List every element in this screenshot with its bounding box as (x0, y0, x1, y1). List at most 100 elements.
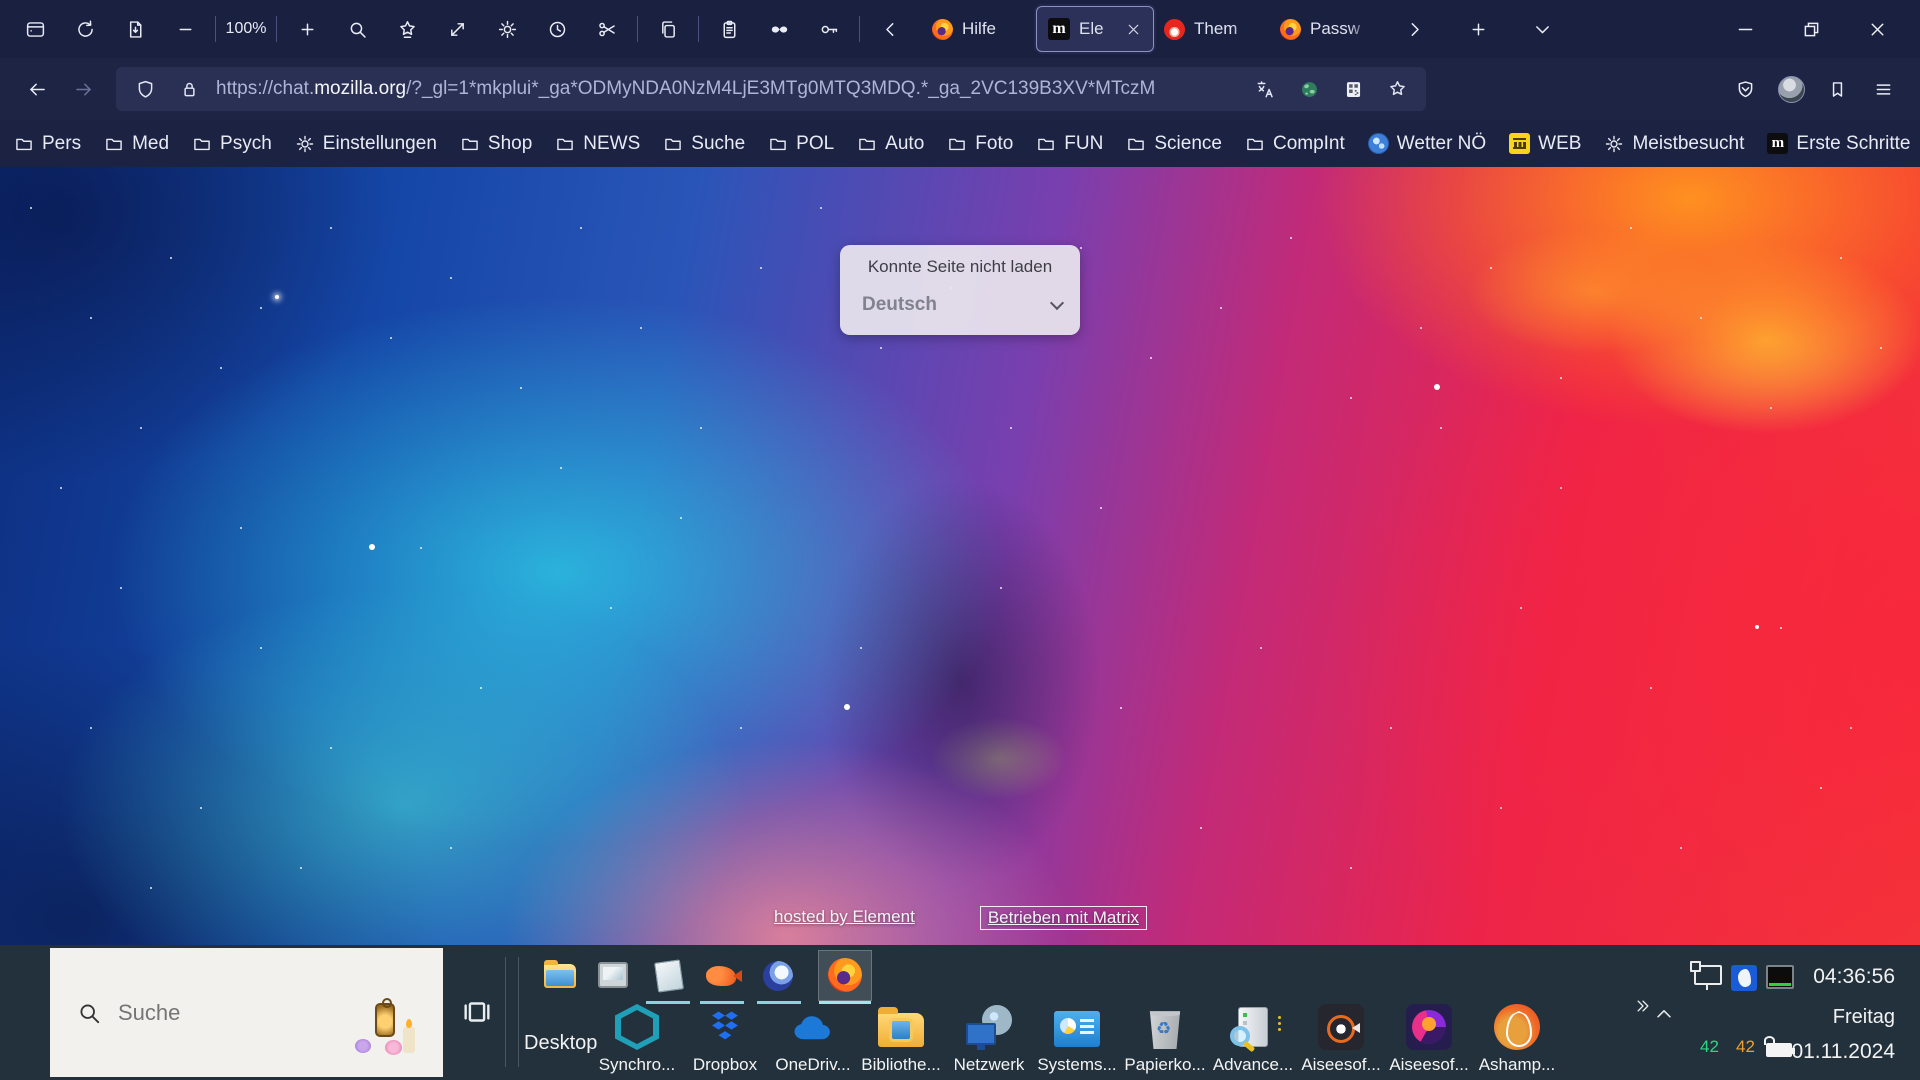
bookmark-folder-psych[interactable]: Psych (192, 133, 272, 155)
tab-themes[interactable]: Them (1153, 7, 1269, 51)
bookmark-folder-science[interactable]: Science (1126, 133, 1222, 155)
lock-icon[interactable] (172, 72, 206, 106)
tab-hilfe[interactable]: Hilfe (921, 7, 1037, 51)
shortcut-advanced-scanner[interactable]: Advance... (1209, 1002, 1297, 1075)
tracking-shield-icon[interactable] (128, 72, 162, 106)
shortcut-bibliothek[interactable]: Bibliothe... (857, 1002, 945, 1075)
tab-element-active[interactable]: m Ele (1037, 7, 1153, 51)
bookmark-folder-suche[interactable]: Suche (663, 133, 745, 155)
forward-button[interactable] (60, 67, 106, 111)
history-button[interactable] (532, 8, 582, 50)
quicklaunch-notepad[interactable] (652, 959, 686, 993)
shortcut-onedrive[interactable]: OneDriv... (769, 1002, 857, 1075)
passwords-button[interactable] (804, 8, 854, 50)
bookmark-einstellungen[interactable]: Einstellungen (295, 133, 437, 155)
screen-recorder-icon (1318, 1004, 1364, 1050)
window-controls (1712, 0, 1910, 58)
tray-parrot-app-icon[interactable] (1731, 965, 1757, 991)
fullscreen-icon (447, 19, 468, 40)
matrix-link[interactable]: Betrieben mit Matrix (981, 907, 1146, 929)
quicklaunch-pale-moon[interactable] (763, 959, 797, 993)
clock-weekday[interactable]: Freitag (1833, 1006, 1895, 1029)
language-select[interactable]: Deutsch (862, 289, 1062, 321)
shortcut-label: Papierko... (1124, 1055, 1205, 1075)
toolbar-overflow-chevron-icon[interactable] (1634, 997, 1652, 1015)
chevron-right-icon (1404, 19, 1425, 40)
quicklaunch-fish-app[interactable] (706, 959, 740, 993)
bookmark-wetter[interactable]: Wetter NÖ (1368, 133, 1486, 155)
taskbar-search-box[interactable] (50, 948, 443, 1077)
bookmark-erste-schritte[interactable]: mErste Schritte (1767, 133, 1910, 155)
app-menu-button[interactable] (1860, 67, 1906, 111)
desktop-toolbar-label[interactable]: Desktop (524, 1032, 597, 1055)
private-mode-button[interactable] (754, 8, 804, 50)
close-button[interactable] (1844, 0, 1910, 58)
translate-button[interactable] (1248, 72, 1282, 106)
task-view-button[interactable] (460, 995, 494, 1029)
bookmark-folder-auto[interactable]: Auto (857, 133, 924, 155)
bookmark-web[interactable]: WEB (1509, 133, 1581, 155)
shortcut-synology[interactable]: Synchro... (593, 1002, 681, 1075)
shortcut-systemsteuerung[interactable]: Systems... (1033, 1002, 1121, 1075)
search-button[interactable] (332, 8, 382, 50)
tab-close-icon[interactable] (1125, 21, 1142, 38)
new-tab-button[interactable] (1453, 8, 1503, 50)
tab-label: Passw (1310, 19, 1374, 39)
search-input[interactable] (118, 1000, 338, 1026)
bookmark-folder-pol[interactable]: POL (768, 133, 834, 155)
bookmark-folder-fun[interactable]: FUN (1036, 133, 1103, 155)
scroll-tabs-right-button[interactable] (1389, 8, 1439, 50)
fullscreen-button[interactable] (432, 8, 482, 50)
shortcut-papierkorb[interactable]: Papierko... (1121, 1002, 1209, 1075)
clock-time[interactable]: 04:36:56 (1813, 965, 1895, 989)
shortcut-netzwerk[interactable]: Netzwerk (945, 1002, 1033, 1075)
bookmarks-button[interactable] (382, 8, 432, 50)
url-text[interactable]: https://chat.mozilla.org/?_gl=1*mkplui*_… (216, 78, 1238, 100)
battery-plug-icon[interactable] (1766, 1043, 1792, 1057)
shortcut-label: Synchro... (599, 1055, 676, 1075)
element-link[interactable]: hosted by Element (774, 907, 915, 929)
zoom-level-button[interactable]: 100% (221, 8, 271, 50)
clipboard-button[interactable] (704, 8, 754, 50)
quicklaunch-system-monitor[interactable] (598, 959, 632, 993)
bookmark-folder-foto[interactable]: Foto (947, 133, 1013, 155)
shortcut-ashampoo[interactable]: Ashamp... (1473, 1002, 1561, 1075)
back-button[interactable] (14, 67, 60, 111)
reload-button[interactable] (60, 8, 110, 50)
profile-button[interactable] (1768, 67, 1814, 111)
settings-button[interactable] (482, 8, 532, 50)
bookmark-folder-shop[interactable]: Shop (460, 133, 532, 155)
pocket-button[interactable] (1722, 67, 1768, 111)
bookmark-meistbesucht[interactable]: Meistbesucht (1604, 133, 1744, 155)
list-all-tabs-button[interactable] (1517, 8, 1567, 50)
bookmark-folder-pers[interactable]: Pers (14, 133, 81, 155)
shield-icon (135, 79, 156, 100)
scroll-tabs-left-button[interactable] (865, 8, 915, 50)
bookmark-folder-compint[interactable]: CompInt (1245, 133, 1345, 155)
shortcut-aiseesoft-recorder[interactable]: Aiseesof... (1297, 1002, 1385, 1075)
shortcut-aiseesoft[interactable]: Aiseesof... (1385, 1002, 1473, 1075)
tray-display-app-icon[interactable] (1766, 965, 1794, 989)
bookmark-folder-med[interactable]: Med (104, 133, 169, 155)
bookmark-folder-news[interactable]: NEWS (555, 133, 640, 155)
copy-tabs-button[interactable] (643, 8, 693, 50)
bookmark-page-button[interactable] (1380, 72, 1414, 106)
show-hidden-icons-chevron[interactable] (1653, 1003, 1675, 1025)
tray-network-icon[interactable] (1694, 965, 1722, 985)
shortcut-dropbox[interactable]: Dropbox (681, 1002, 769, 1075)
quicklaunch-firefox[interactable] (828, 958, 862, 992)
url-bar[interactable]: https://chat.mozilla.org/?_gl=1*mkplui*_… (116, 67, 1426, 111)
quicklaunch-explorer[interactable] (544, 959, 578, 993)
minimize-button[interactable] (1712, 0, 1778, 58)
save-page-button[interactable] (110, 8, 160, 50)
tab-passwords[interactable]: Passw (1269, 7, 1385, 51)
firefox-view-button[interactable] (10, 8, 60, 50)
zoom-out-button[interactable] (160, 8, 210, 50)
extension-button[interactable] (1814, 67, 1860, 111)
qr-extension-button[interactable] (1336, 72, 1370, 106)
restore-button[interactable] (1778, 0, 1844, 58)
globe-extension-button[interactable] (1292, 72, 1326, 106)
zoom-in-button[interactable] (282, 8, 332, 50)
screenshot-button[interactable] (582, 8, 632, 50)
clock-date[interactable]: 01.11.2024 (1791, 1040, 1895, 1064)
